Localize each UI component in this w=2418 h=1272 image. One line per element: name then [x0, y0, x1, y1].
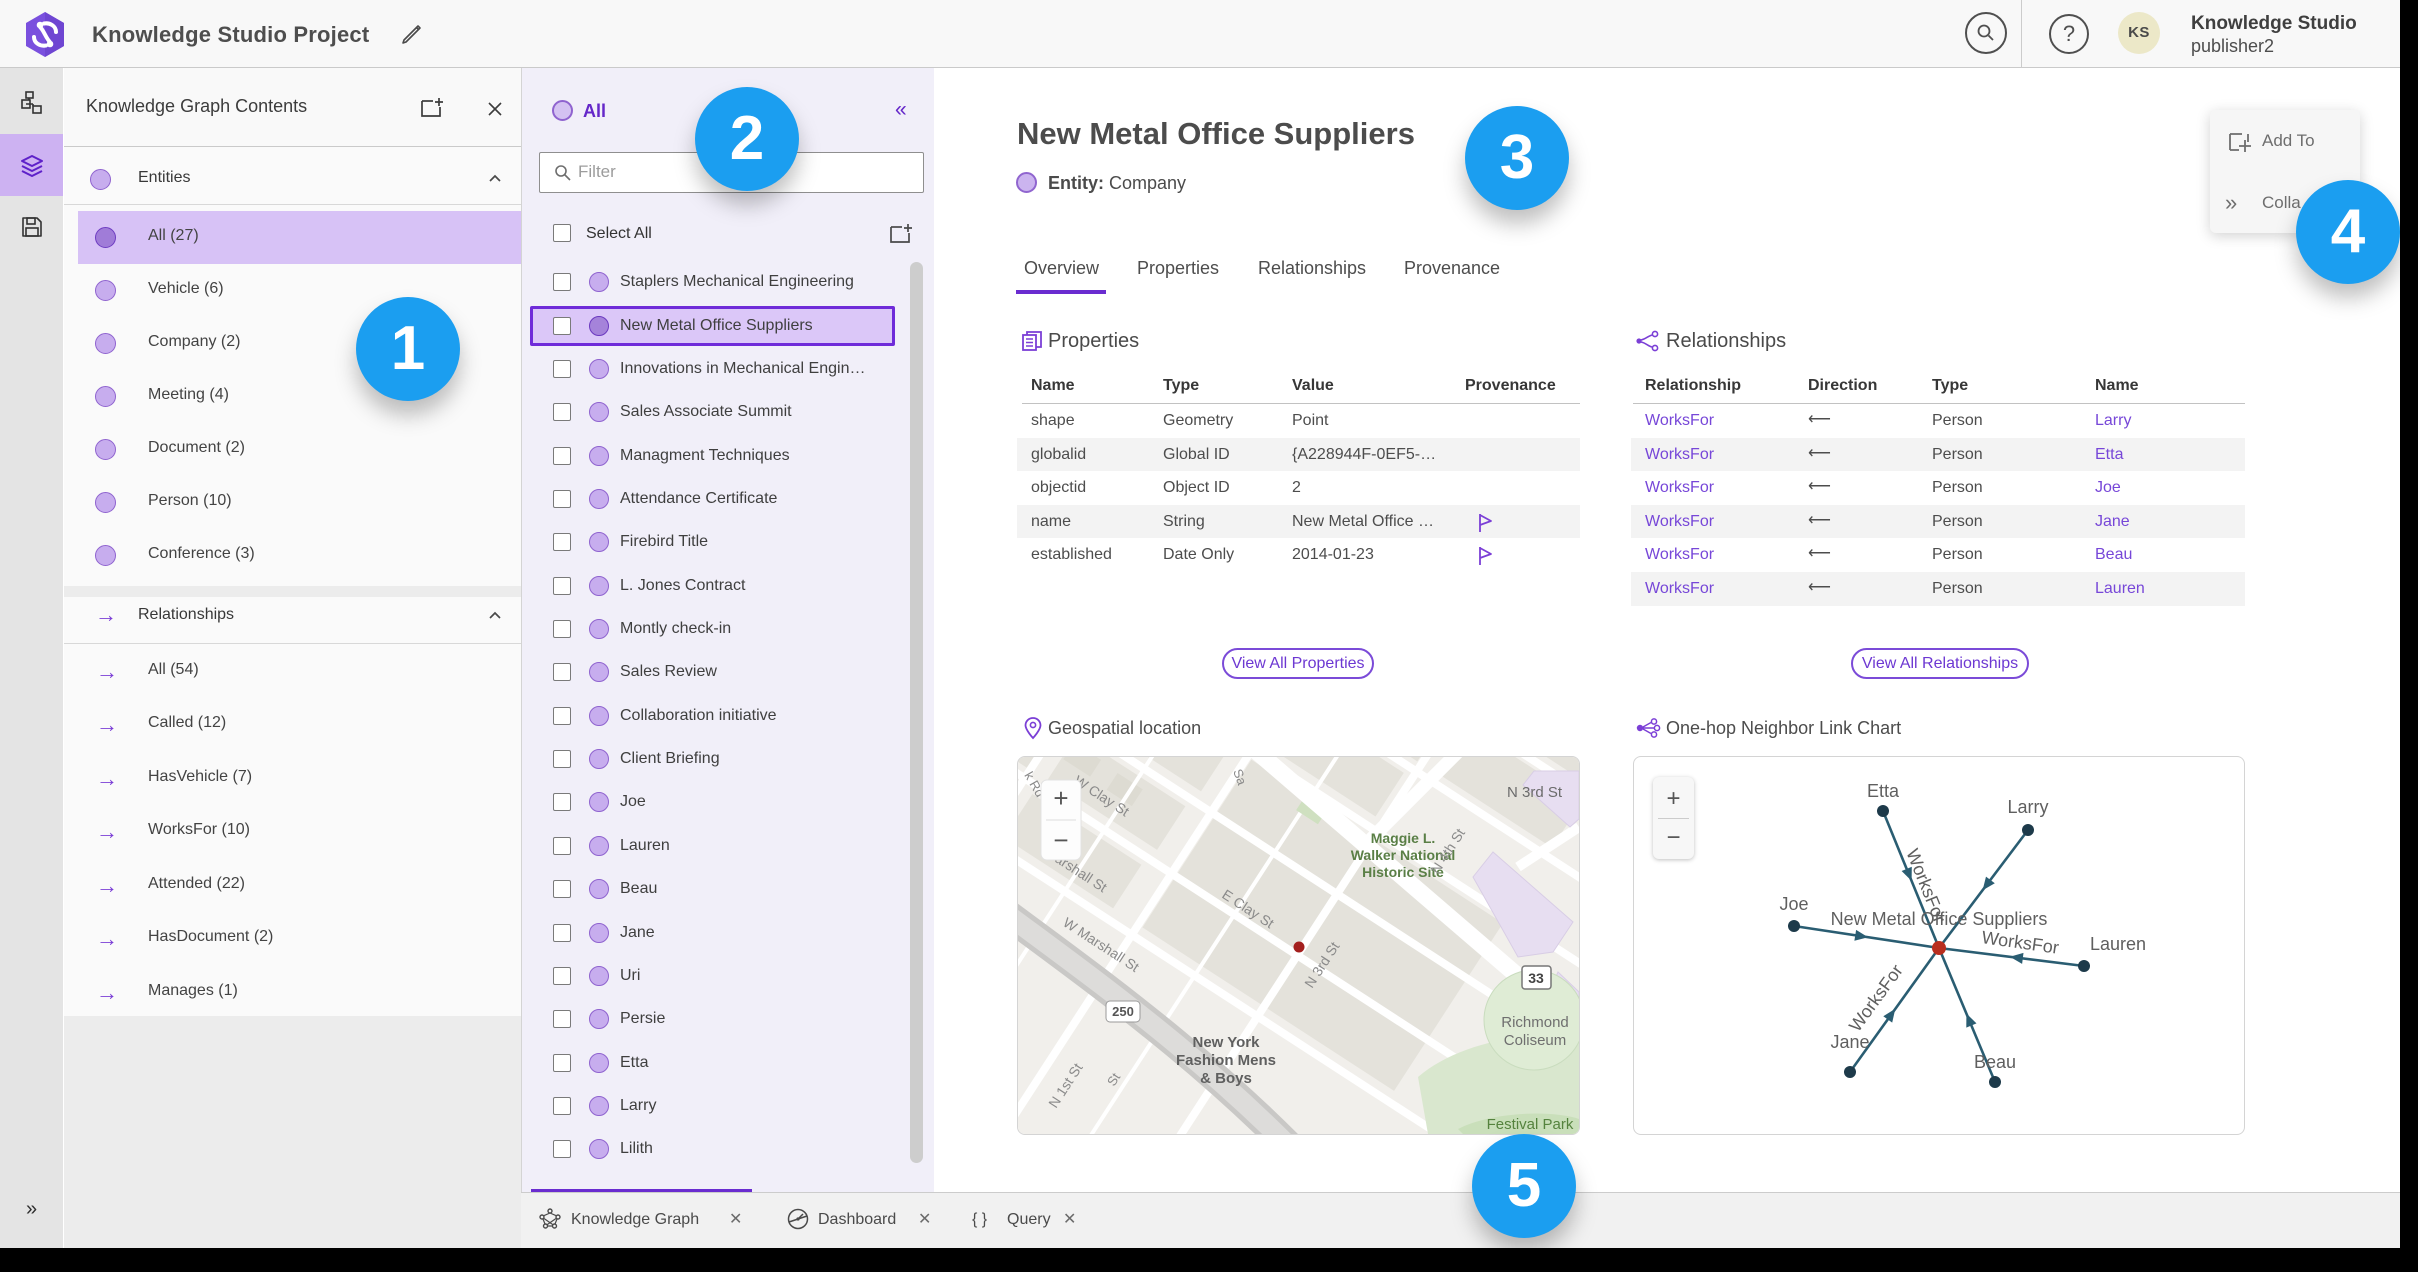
svg-text:Festival Park: Festival Park — [1487, 1116, 1574, 1133]
svg-text:New York: New York — [1193, 1034, 1261, 1051]
svg-text:Fashion Mens: Fashion Mens — [1176, 1052, 1276, 1069]
svg-text:Joe: Joe — [1779, 894, 1808, 914]
svg-text:Coliseum: Coliseum — [1504, 1032, 1567, 1049]
svg-text:Beau: Beau — [1974, 1052, 2016, 1072]
svg-text:Richmond: Richmond — [1501, 1014, 1569, 1031]
svg-text:Etta: Etta — [1867, 781, 1900, 801]
svg-text:Larry: Larry — [2007, 797, 2048, 817]
svg-text:WorksFor: WorksFor — [1980, 927, 2060, 958]
svg-text:−: − — [1053, 825, 1068, 855]
svg-text:N 3rd St: N 3rd St — [1507, 784, 1563, 801]
svg-text:+: + — [1053, 783, 1068, 813]
svg-text:& Boys: & Boys — [1200, 1070, 1252, 1087]
svg-text:Lauren: Lauren — [2090, 934, 2146, 954]
svg-text:WorksFor: WorksFor — [1845, 961, 1907, 1036]
svg-text:Jane: Jane — [1830, 1032, 1869, 1052]
svg-text:250: 250 — [1112, 1004, 1134, 1019]
svg-text:Maggie L.: Maggie L. — [1371, 830, 1436, 846]
svg-text:33: 33 — [1528, 970, 1544, 986]
